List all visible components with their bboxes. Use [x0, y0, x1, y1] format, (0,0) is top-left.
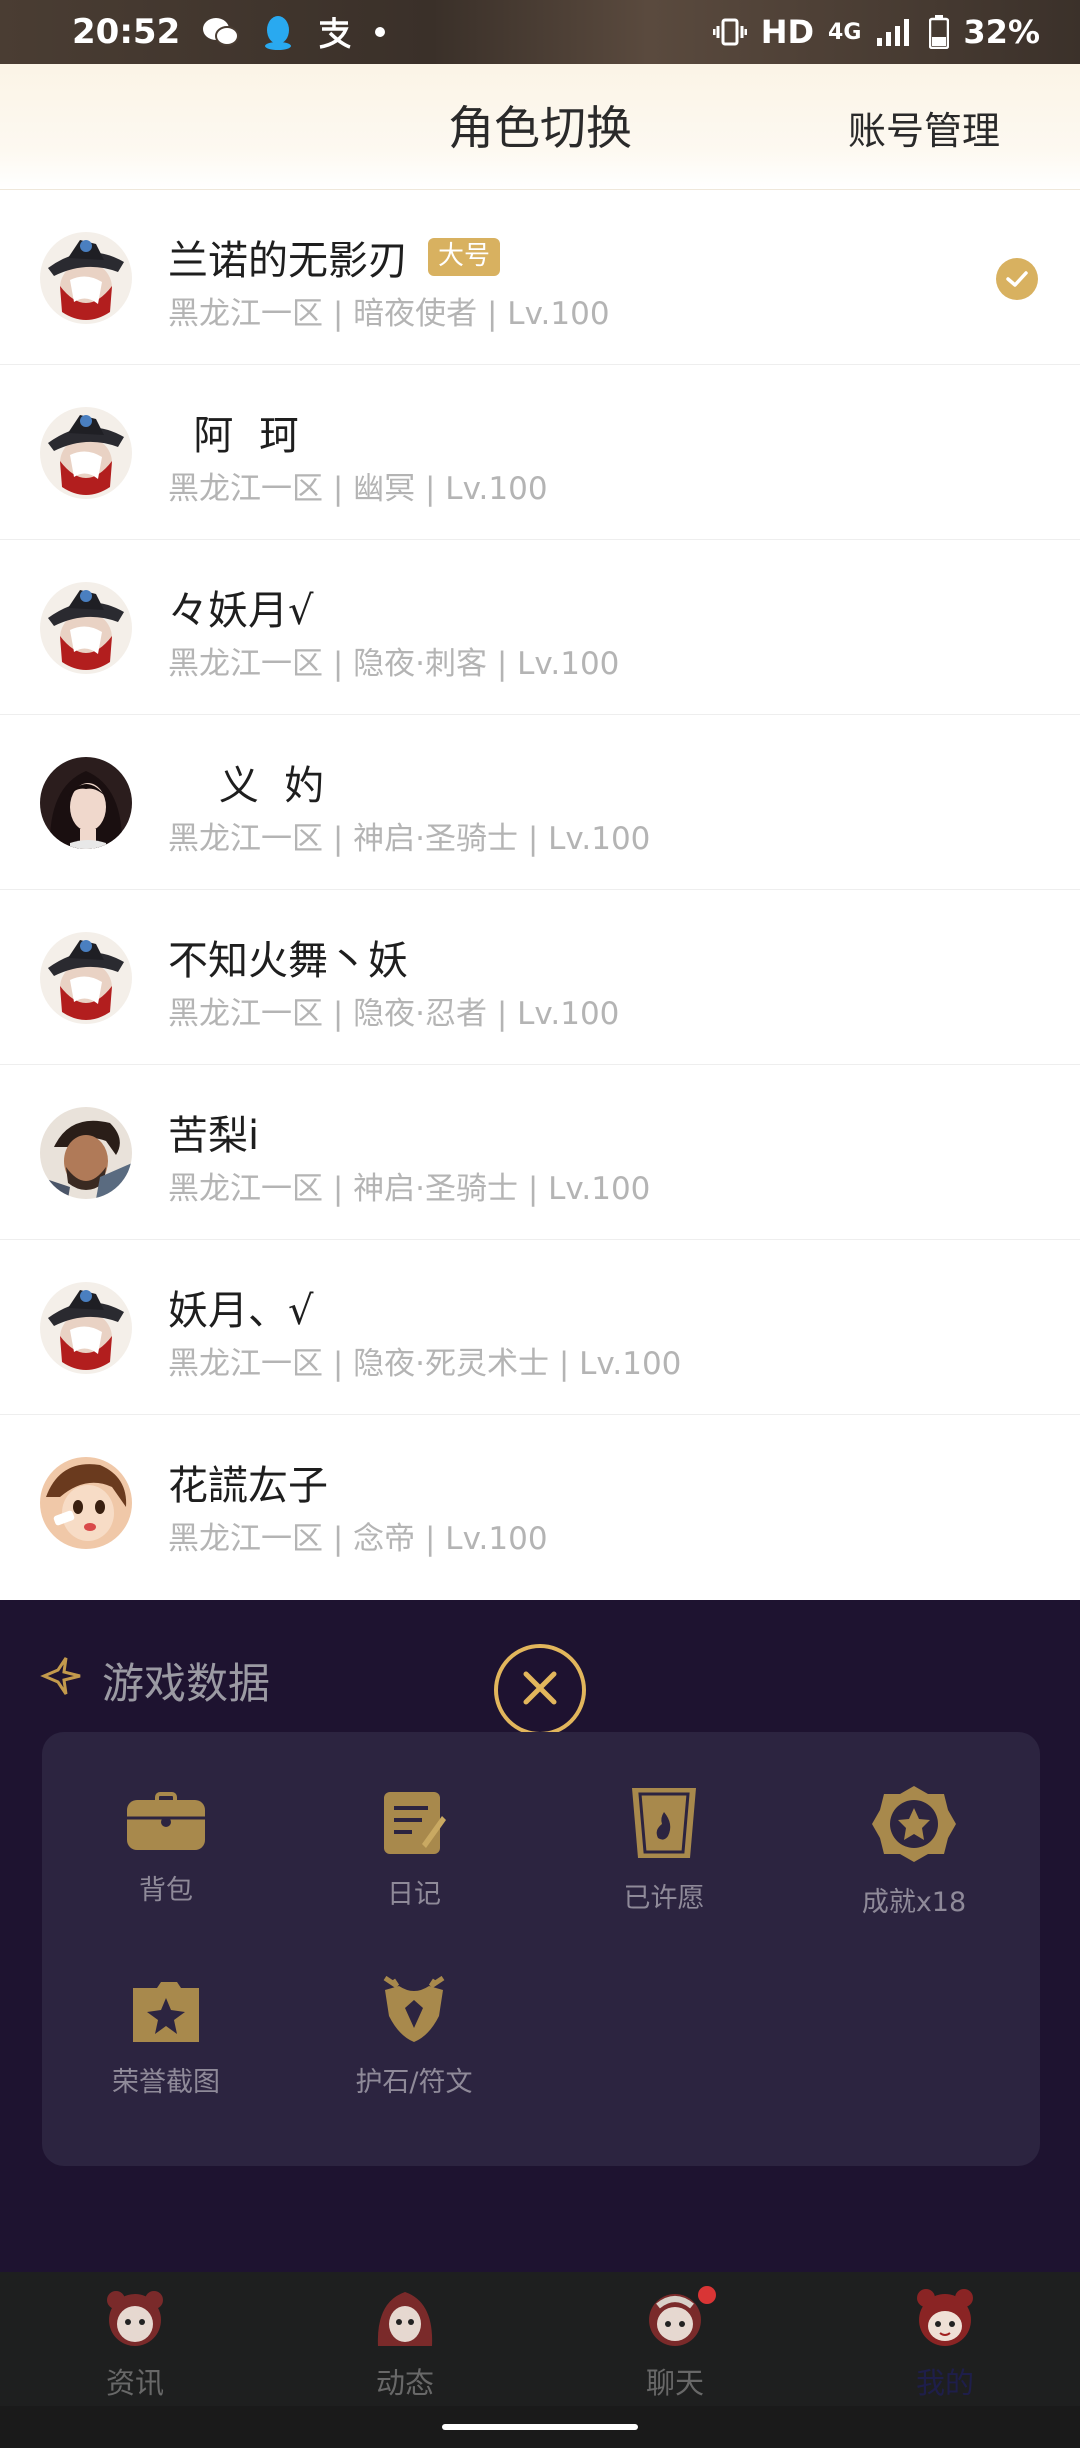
- amulet-rune-icon: [314, 1976, 514, 2044]
- close-icon: [518, 1666, 562, 1714]
- role-name: 兰诺的无影刃 大号: [168, 228, 501, 286]
- cartoon-girl-avatar: [40, 1457, 132, 1549]
- selected-check-icon: [996, 258, 1038, 300]
- qq-icon: [262, 14, 294, 50]
- role-info: 黑龙江一区 | 神启·圣骑士 | Lv.100: [168, 821, 651, 857]
- game-data-header: 游戏数据: [40, 1650, 270, 1711]
- honor-screenshot-item[interactable]: 荣誉截图: [66, 1980, 266, 2099]
- white-hair-hat-avatar: [40, 582, 132, 674]
- white-hair-hat-avatar: [40, 932, 132, 1024]
- chat-notification-dot: [698, 2286, 716, 2304]
- honor-screenshot-label: 荣誉截图: [112, 2067, 220, 2098]
- achievement-item[interactable]: 成就x18: [814, 1784, 1014, 1919]
- battery-icon: [929, 15, 950, 49]
- role-info: 黑龙江一区 | 隐夜·死灵术士 | Lv.100: [168, 1346, 682, 1382]
- role-row[interactable]: 不知火舞丶妖 黑龙江一区 | 隐夜·忍者 | Lv.100: [0, 890, 1080, 1065]
- game-data-section: 游戏数据 背包 日记 已许愿 成就x18 荣誉截图 护石/符文: [0, 1600, 1080, 2272]
- battery-percent: 32%: [963, 13, 1040, 51]
- nav-news-label: 资讯: [105, 2366, 164, 2400]
- wish-card-icon: [564, 1784, 764, 1860]
- bearded-warrior-avatar: [40, 1107, 132, 1199]
- nav-feed[interactable]: 动态: [270, 2272, 540, 2406]
- role-info: 黑龙江一区 | 隐夜·刺客 | Lv.100: [168, 646, 620, 682]
- nav-chat-label: 聊天: [645, 2366, 704, 2400]
- role-row[interactable]: 兰诺的无影刃 大号 黑龙江一区 | 暗夜使者 | Lv.100: [0, 190, 1080, 365]
- role-info: 黑龙江一区 | 暗夜使者 | Lv.100: [168, 296, 610, 332]
- gesture-bar: [0, 2406, 1080, 2448]
- role-list: 兰诺的无影刃 大号 黑龙江一区 | 暗夜使者 | Lv.100 阿 珂 黑龙江一…: [0, 190, 1080, 1600]
- vibrate-icon: [712, 17, 747, 47]
- page-header: 角色切换 账号管理: [0, 64, 1080, 190]
- close-button[interactable]: [494, 1644, 586, 1736]
- diary-icon: [314, 1790, 514, 1856]
- role-info: 黑龙江一区 | 念帝 | Lv.100: [168, 1521, 548, 1557]
- amulet-rune-item[interactable]: 护石/符文: [314, 1976, 514, 2099]
- role-row[interactable]: 花謊厷子 黑龙江一区 | 念帝 | Lv.100: [0, 1415, 1080, 1590]
- achievement-label: 成就x18: [861, 1887, 967, 1918]
- sparkle-arrow-icon: [40, 1654, 84, 1708]
- wish-item[interactable]: 已许愿: [564, 1784, 764, 1915]
- white-hair-hat-avatar: [40, 232, 132, 324]
- status-time: 20:52: [72, 12, 181, 52]
- mine-mascot-icon: [912, 2286, 978, 2354]
- diary-label: 日记: [387, 1879, 441, 1910]
- role-name: 阿 珂: [168, 413, 299, 459]
- bag-label: 背包: [139, 1875, 193, 1906]
- role-row[interactable]: 妖月、√ 黑龙江一区 | 隐夜·死灵术士 | Lv.100: [0, 1240, 1080, 1415]
- role-name: 苦梨i: [168, 1113, 260, 1159]
- role-name: 义 妁: [168, 763, 325, 809]
- wish-label: 已许愿: [623, 1883, 705, 1914]
- nav-mine[interactable]: 我的: [810, 2272, 1080, 2406]
- dot-icon: [374, 26, 386, 38]
- nav-feed-label: 动态: [375, 2366, 434, 2400]
- feed-mascot-icon: [372, 2286, 438, 2354]
- amulet-rune-label: 护石/符文: [355, 2067, 473, 2098]
- diary-item[interactable]: 日记: [314, 1790, 514, 1911]
- role-info: 黑龙江一区 | 幽冥 | Lv.100: [168, 471, 548, 507]
- nav-chat[interactable]: 聊天: [540, 2272, 810, 2406]
- dark-hair-woman-avatar: [40, 757, 132, 849]
- white-hair-hat-avatar: [40, 1282, 132, 1374]
- account-manage-button[interactable]: 账号管理: [848, 100, 1000, 155]
- nav-mine-label: 我的: [915, 2366, 974, 2400]
- nav-news[interactable]: 资讯: [0, 2272, 270, 2406]
- status-bar: 20:52 HD 4G 32%: [0, 0, 1080, 64]
- role-row[interactable]: 义 妁 黑龙江一区 | 神启·圣骑士 | Lv.100: [0, 715, 1080, 890]
- role-name: 妖月、√: [168, 1288, 314, 1334]
- role-name: 不知火舞丶妖: [168, 938, 408, 984]
- hd-indicator: HD: [760, 13, 815, 51]
- achievement-star-icon: [814, 1784, 1014, 1864]
- alipay-icon: [316, 15, 352, 49]
- wechat-icon: [202, 16, 240, 48]
- role-row[interactable]: 阿 珂 黑龙江一区 | 幽冥 | Lv.100: [0, 365, 1080, 540]
- role-name: 々妖月√: [168, 588, 314, 634]
- bag-icon: [66, 1790, 266, 1852]
- role-info: 黑龙江一区 | 神启·圣骑士 | Lv.100: [168, 1171, 651, 1207]
- bottom-nav: 资讯 动态 聊天 我的: [0, 2272, 1080, 2406]
- honor-screenshot-icon: [66, 1980, 266, 2044]
- bag-item[interactable]: 背包: [66, 1790, 266, 1907]
- role-row[interactable]: 苦梨i 黑龙江一区 | 神启·圣骑士 | Lv.100: [0, 1065, 1080, 1240]
- role-name: 花謊厷子: [168, 1463, 328, 1509]
- signal-icon: [875, 16, 915, 48]
- white-hair-hat-avatar: [40, 407, 132, 499]
- news-mascot-icon: [102, 2286, 168, 2354]
- role-info: 黑龙江一区 | 隐夜·忍者 | Lv.100: [168, 996, 620, 1032]
- home-indicator[interactable]: [442, 2424, 638, 2430]
- game-data-title: 游戏数据: [102, 1659, 271, 1708]
- main-account-badge: 大号: [428, 238, 501, 276]
- network-type: 4G: [828, 19, 862, 45]
- game-data-grid: 背包 日记 已许愿 成就x18 荣誉截图 护石/符文: [42, 1732, 1040, 2166]
- role-row[interactable]: 々妖月√ 黑龙江一区 | 隐夜·刺客 | Lv.100: [0, 540, 1080, 715]
